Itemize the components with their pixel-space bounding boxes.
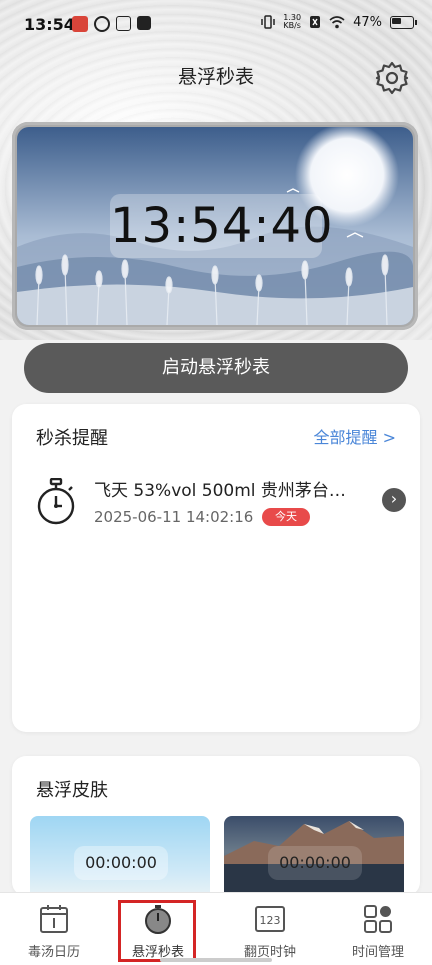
- tab-calendar[interactable]: 毒汤日历: [0, 893, 108, 965]
- grid-icon: [364, 905, 392, 933]
- reminder-item-name: 飞天 53%vol 500ml 贵州茅台…: [94, 481, 346, 501]
- page-title: 悬浮秒表: [177, 66, 254, 88]
- sim-off-icon: [310, 16, 321, 28]
- link-notification-icon: [94, 16, 110, 32]
- today-badge: 今天: [262, 508, 310, 526]
- stopwatch-icon: [37, 478, 75, 525]
- wifi-icon: [329, 15, 345, 28]
- reminder-card-title: 秒杀提醒: [36, 428, 108, 449]
- battery-icon: [390, 15, 417, 29]
- flash-sale-reminder-card: 秒杀提醒 全部提醒 > 飞天 53%vol 500ml 贵州茅台… 2025-0…: [12, 404, 420, 732]
- skin-clock-preview: 00:00:00: [268, 846, 362, 880]
- flip-clock-icon: 123: [255, 906, 285, 932]
- start-floating-stopwatch-button[interactable]: 启动悬浮秒表: [24, 343, 408, 393]
- hero-clock: 13:54:40: [110, 194, 333, 258]
- home-indicator: [160, 958, 272, 962]
- net-speed: 1.30 KB/s: [283, 14, 301, 30]
- status-right: 1.30 KB/s 47%: [261, 14, 417, 30]
- all-reminders-link[interactable]: 全部提醒 >: [314, 424, 397, 448]
- mail-icon: [137, 16, 151, 30]
- svg-text:123: 123: [260, 914, 281, 927]
- settings-gear-icon[interactable]: [374, 60, 410, 96]
- skin-option-mountain[interactable]: 00:00:00: [224, 816, 404, 896]
- status-bar: 13:54 1.30 KB/s 47%: [0, 0, 432, 50]
- net-speed-unit: KB/s: [283, 21, 301, 30]
- battery-percent: 47%: [353, 14, 382, 30]
- vibrate-icon: [261, 15, 276, 29]
- reminder-item-time: 2025-06-11 14:02:16: [94, 508, 254, 526]
- active-tab-highlight-box: [118, 900, 196, 962]
- tab-flip-clock[interactable]: 123 翻页时钟: [216, 893, 324, 965]
- skin-card-title: 悬浮皮肤: [36, 780, 108, 801]
- calendar-icon: [40, 905, 68, 933]
- tab-label: 时间管理: [351, 945, 404, 960]
- skin-clock-preview: 00:00:00: [74, 846, 168, 880]
- notification-icons: [72, 16, 151, 32]
- status-time: 13:54: [24, 15, 75, 34]
- tab-label: 毒汤日历: [27, 945, 80, 960]
- bottom-tab-bar: 毒汤日历 悬浮秒表 123 翻页时钟 时间管理: [0, 892, 432, 965]
- skin-option-sky[interactable]: 00:00:00: [30, 816, 210, 896]
- app-notification-icon: [72, 16, 88, 32]
- app-badge-icon: [116, 16, 131, 31]
- reminder-list-item[interactable]: 飞天 53%vol 500ml 贵州茅台… 2025-06-11 14:02:1…: [34, 476, 406, 536]
- floating-skin-card: 悬浮皮肤 00:00:00 00:00:00: [12, 756, 420, 896]
- chevron-right-icon[interactable]: ›: [382, 488, 406, 512]
- tab-time-management[interactable]: 时间管理: [324, 893, 432, 965]
